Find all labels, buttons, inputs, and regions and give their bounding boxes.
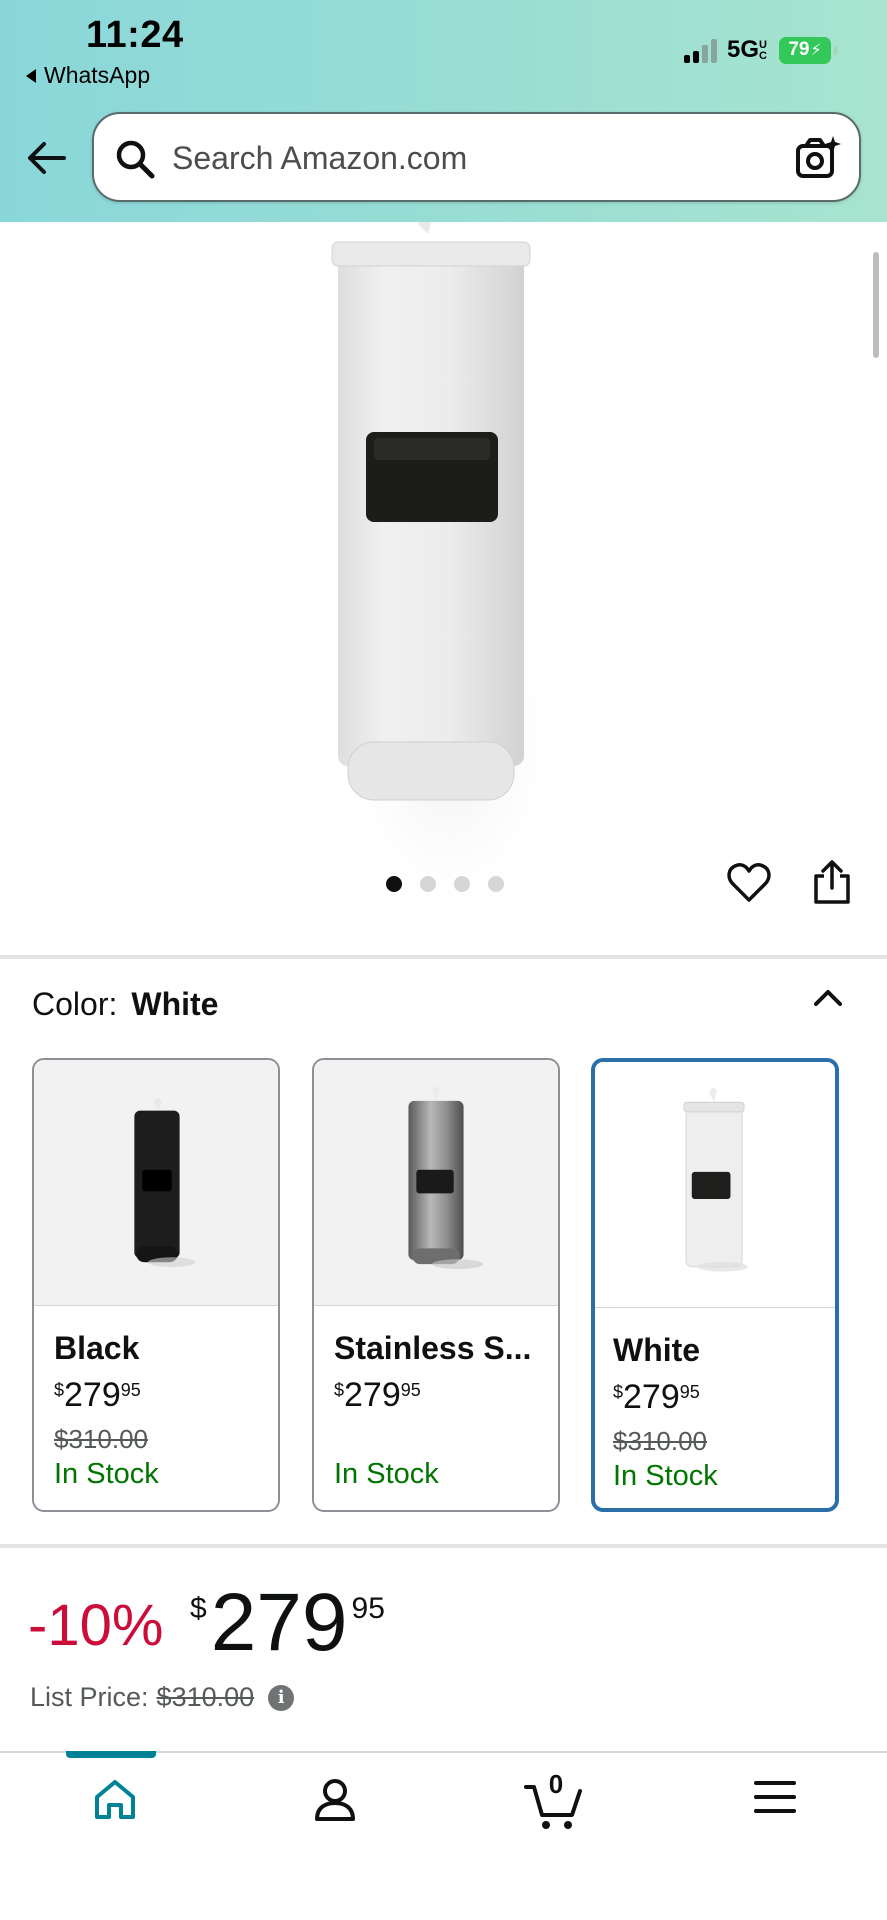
product-image[interactable] xyxy=(0,222,887,942)
search-input[interactable] xyxy=(172,134,752,182)
option-name: Stainless S... xyxy=(334,1330,532,1366)
status-indicators: 5GUC 79 ⚡ xyxy=(683,36,837,64)
list-price-value: $310.00 xyxy=(156,1682,255,1712)
share-icon[interactable] xyxy=(810,858,854,906)
back-triangle-icon xyxy=(26,68,36,83)
cart-icon xyxy=(524,1785,582,1829)
color-option-black[interactable]: Black $279 95 $310.00 In Stock xyxy=(32,1058,280,1512)
section-divider xyxy=(0,955,887,959)
option-list-price: $310.00 xyxy=(613,1426,707,1456)
tab-menu[interactable] xyxy=(716,1753,836,1853)
page-dot[interactable] xyxy=(454,876,470,892)
tab-account[interactable] xyxy=(276,1753,396,1853)
back-app-label: WhatsApp xyxy=(44,62,151,88)
menu-icon xyxy=(754,1781,796,1813)
signal-icon xyxy=(683,37,717,63)
color-option-white[interactable]: White $279 95 $310.00 In Stock xyxy=(591,1058,839,1512)
color-label: Color: White xyxy=(32,986,219,1022)
scroll-indicator[interactable] xyxy=(873,252,879,358)
discount-percent: -10% xyxy=(28,1593,164,1658)
selected-color: White xyxy=(131,986,219,1022)
option-name: White xyxy=(613,1332,701,1368)
section-divider xyxy=(0,1544,887,1548)
option-name: Black xyxy=(54,1330,140,1366)
network-label: 5GUC xyxy=(726,36,767,63)
option-stock-status: In Stock xyxy=(613,1460,718,1492)
info-icon[interactable]: i xyxy=(268,1684,295,1711)
heart-icon[interactable] xyxy=(726,860,772,906)
camera-search-icon[interactable] xyxy=(793,134,841,182)
back-arrow-icon[interactable] xyxy=(24,136,68,180)
list-price-label: List Price: xyxy=(30,1682,149,1712)
tab-cart[interactable]: 0 xyxy=(496,1753,616,1853)
active-tab-indicator xyxy=(66,1751,156,1758)
battery-icon: 79 ⚡ xyxy=(779,36,837,64)
page-dot[interactable] xyxy=(420,876,436,892)
bottom-tab-bar: 0 xyxy=(0,1751,887,1920)
color-option-stainless[interactable]: Stainless S... $279 95 In Stock xyxy=(312,1058,560,1512)
status-time: 11:24 xyxy=(86,14,184,56)
back-to-app-link[interactable]: WhatsApp xyxy=(26,62,150,89)
option-list-price: $310.00 xyxy=(54,1424,148,1454)
option-price: $279 95 xyxy=(334,1376,421,1414)
list-price: List Price: $310.00 i xyxy=(30,1682,295,1713)
home-icon xyxy=(95,1780,135,1819)
option-price: $279 95 xyxy=(54,1376,141,1414)
chevron-up-icon[interactable] xyxy=(810,980,846,1016)
tab-home[interactable] xyxy=(56,1751,176,1853)
search-icon xyxy=(116,140,155,179)
option-stock-status: In Stock xyxy=(54,1458,159,1490)
current-price: $ 279 95 xyxy=(190,1577,385,1668)
swatch-image xyxy=(314,1060,558,1306)
option-price: $279 95 xyxy=(613,1378,700,1416)
swatch-image xyxy=(34,1060,278,1306)
search-bar[interactable] xyxy=(92,112,861,202)
swatch-image xyxy=(595,1062,835,1308)
image-pagination-dots[interactable] xyxy=(386,876,504,892)
option-stock-status: In Stock xyxy=(334,1458,439,1490)
page-dot[interactable] xyxy=(386,876,402,892)
account-icon xyxy=(315,1779,355,1821)
top-header: 11:24 WhatsApp 5GUC 79 ⚡ xyxy=(0,0,887,222)
page-dot[interactable] xyxy=(488,876,504,892)
